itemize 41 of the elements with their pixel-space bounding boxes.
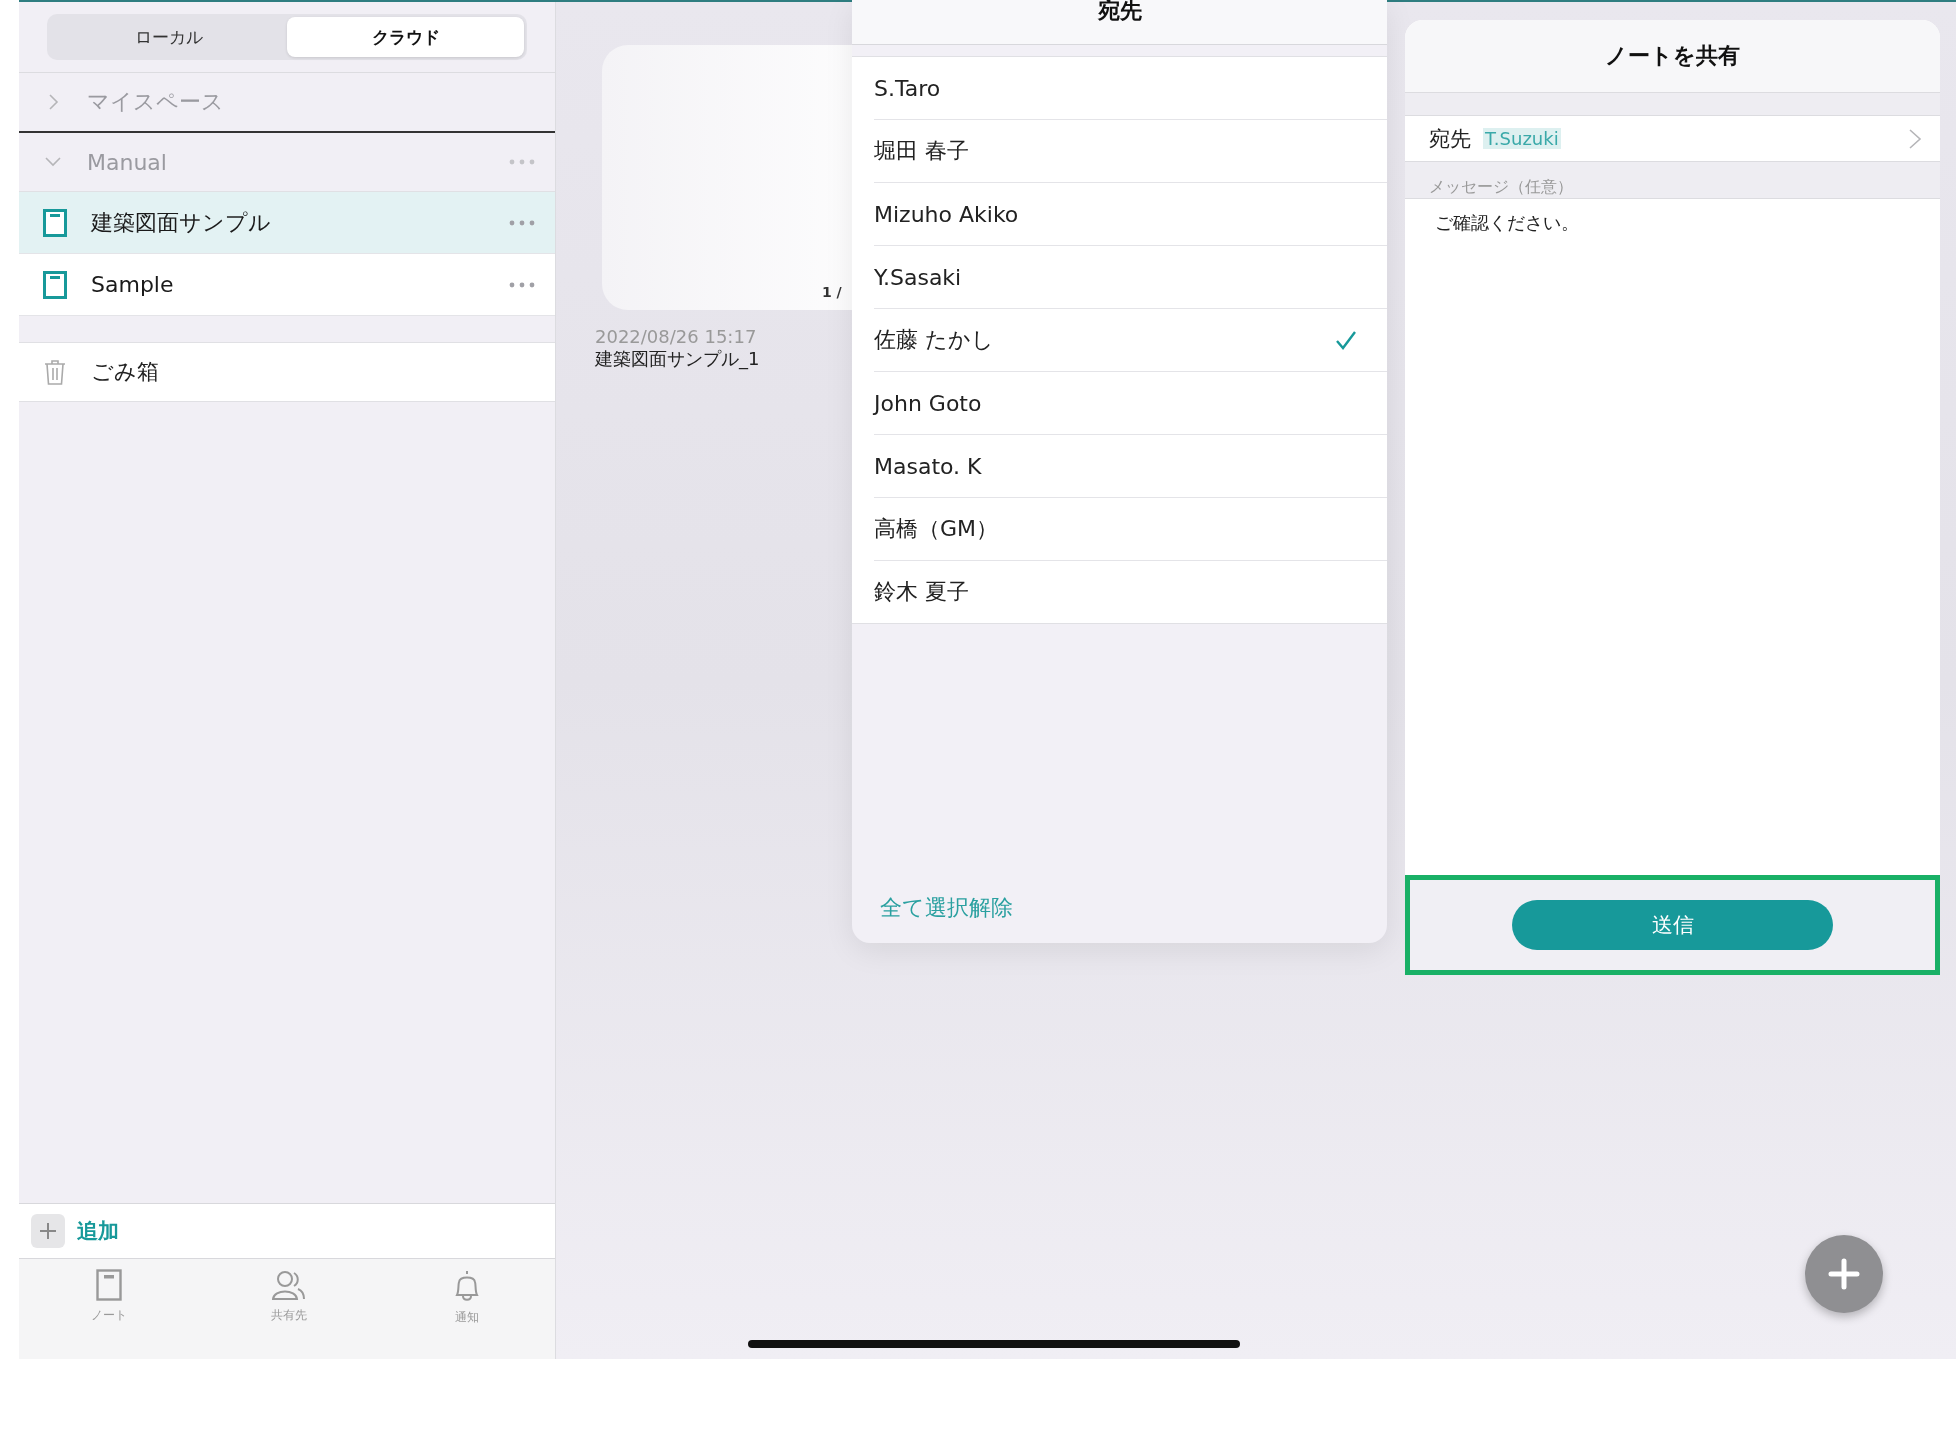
recipient-row[interactable]: 高橋（GM） [874,498,1387,561]
recipient-row[interactable]: Y.Sasaki [874,246,1387,309]
trash-row[interactable]: ごみ箱 [19,342,555,402]
note-title: Sample [91,272,175,297]
trash-label: ごみ箱 [91,358,159,386]
notebook-icon [96,1269,122,1301]
plus-icon [1827,1257,1861,1291]
segment-tab[interactable]: クラウド [287,17,524,57]
segment-tab[interactable]: ローカル [50,17,287,57]
more-icon[interactable] [509,281,535,288]
note-row[interactable]: 建築図面サンプル [19,192,555,254]
panel-title: ノートを共有 [1605,42,1740,70]
page-number: 1 / [822,284,842,300]
recipient-row[interactable]: 鈴木 夏子 [874,561,1387,623]
trash-icon [43,358,67,386]
note-date: 2022/08/26 15:17 [595,326,757,347]
recipient-row[interactable]: Masato. K [874,435,1387,498]
recipient-name: 鈴木 夏子 [874,578,969,606]
folder-label: Manual [87,149,168,175]
recipient-row[interactable]: S.Taro [874,57,1387,120]
recipient-name: 高橋（GM） [874,515,999,543]
recipient-row[interactable]: John Goto [874,372,1387,435]
notebook-icon [43,270,67,299]
recipient-name: John Goto [874,390,982,416]
people-icon [272,1269,306,1301]
more-icon[interactable] [509,219,535,226]
notebook-icon [43,208,67,237]
note-title: 建築図面サンプル [91,208,272,237]
message-label: メッセージ（任意） [1405,162,1940,199]
plus-icon [31,1214,65,1248]
recipient-row[interactable]: 佐藤 たかし [874,309,1387,372]
recipient-chip: T.Suzuki [1483,128,1561,149]
recipient-row[interactable]: 堀田 春子 [874,120,1387,183]
note-row[interactable]: Sample [19,254,555,316]
chevron-right-icon [1908,127,1922,150]
folder-label: マイスペース [87,88,225,116]
note-title: 建築図面サンプル_1 [595,347,760,371]
recipient-name: Masato. K [874,453,982,479]
more-icon[interactable] [509,159,535,165]
recipient-name: 佐藤 たかし [874,326,994,354]
recipient-row[interactable]: Mizuho Akiko [874,183,1387,246]
